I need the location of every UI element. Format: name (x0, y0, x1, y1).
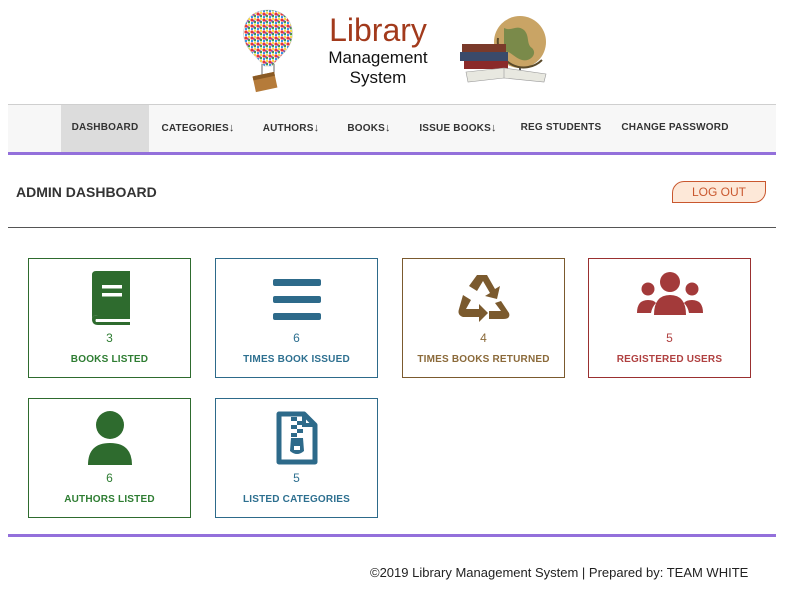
nav-change-password-label: CHANGE PASSWORD (621, 122, 729, 133)
nav-issue-books[interactable]: ISSUE BOOKS↓ (410, 105, 506, 152)
page-title: ADMIN DASHBOARD (16, 184, 157, 200)
book-icon (29, 271, 190, 327)
main-nav: DASHBOARD CATEGORIES↓ AUTHORS↓ BOOKS↓ IS… (8, 104, 776, 155)
stat-label: BOOKS LISTED (70, 354, 149, 365)
stat-label: REGISTERED USERS (616, 354, 723, 365)
nav-authors[interactable]: AUTHORS↓ (254, 105, 328, 152)
stat-label: AUTHORS LISTED (64, 494, 155, 505)
recycle-icon (403, 271, 564, 327)
stat-label: TIMES BOOK ISSUED (243, 354, 350, 365)
stat-count: 3 (106, 331, 113, 345)
nav-authors-label: AUTHORS (262, 123, 314, 134)
books-globe-logo-icon (458, 10, 556, 94)
nav-books[interactable]: BOOKS↓ (338, 105, 400, 152)
footer-text: ©2019 Library Management System | Prepar… (370, 565, 749, 580)
stat-count: 5 (293, 471, 300, 485)
arrow-down-icon: ↓ (384, 122, 391, 134)
logo-subtitle-line1: Management (328, 48, 428, 67)
users-icon (589, 271, 750, 327)
nav-dashboard-label: DASHBOARD (71, 122, 139, 133)
bars-icon (216, 271, 377, 327)
file-archive-icon (216, 411, 377, 467)
stat-count: 6 (106, 471, 113, 485)
stat-card-listed-categories[interactable]: 5 LISTED CATEGORIES (215, 398, 378, 518)
logout-button[interactable]: LOG OUT (672, 181, 766, 203)
nav-categories-label: CATEGORIES (161, 123, 229, 134)
arrow-down-icon: ↓ (228, 122, 235, 134)
footer-divider (8, 534, 776, 537)
stat-card-times-books-returned[interactable]: 4 TIMES BOOKS RETURNED (402, 258, 565, 378)
user-icon (29, 411, 190, 467)
nav-change-password[interactable]: CHANGE PASSWORD (616, 105, 734, 152)
divider (8, 227, 776, 228)
stat-label: TIMES BOOKS RETURNED (417, 354, 550, 365)
hot-air-balloon-logo-icon (238, 6, 298, 96)
site-header: Library Management System (0, 0, 794, 104)
stat-card-books-listed[interactable]: 3 BOOKS LISTED (28, 258, 191, 378)
stat-card-authors-listed[interactable]: 6 AUTHORS LISTED (28, 398, 191, 518)
stat-card-times-book-issued[interactable]: 6 TIMES BOOK ISSUED (215, 258, 378, 378)
logo-subtitle-line2: System (349, 68, 407, 87)
stat-label: LISTED CATEGORIES (242, 494, 351, 505)
arrow-down-icon: ↓ (490, 122, 497, 134)
stat-count: 5 (666, 331, 673, 345)
site-logo-text: Library Management System (318, 12, 438, 88)
nav-issue-books-label: ISSUE BOOKS (419, 123, 491, 134)
stat-count: 4 (480, 331, 487, 345)
nav-books-label: BOOKS (347, 123, 385, 134)
nav-reg-students[interactable]: REG STUDENTS (516, 105, 606, 152)
stat-card-registered-users[interactable]: 5 REGISTERED USERS (588, 258, 751, 378)
arrow-down-icon: ↓ (313, 122, 320, 134)
stat-count: 6 (293, 331, 300, 345)
nav-reg-students-label: REG STUDENTS (520, 122, 602, 133)
nav-dashboard[interactable]: DASHBOARD (61, 105, 149, 152)
nav-categories[interactable]: CATEGORIES↓ (154, 105, 242, 152)
logo-title: Library (329, 12, 427, 48)
